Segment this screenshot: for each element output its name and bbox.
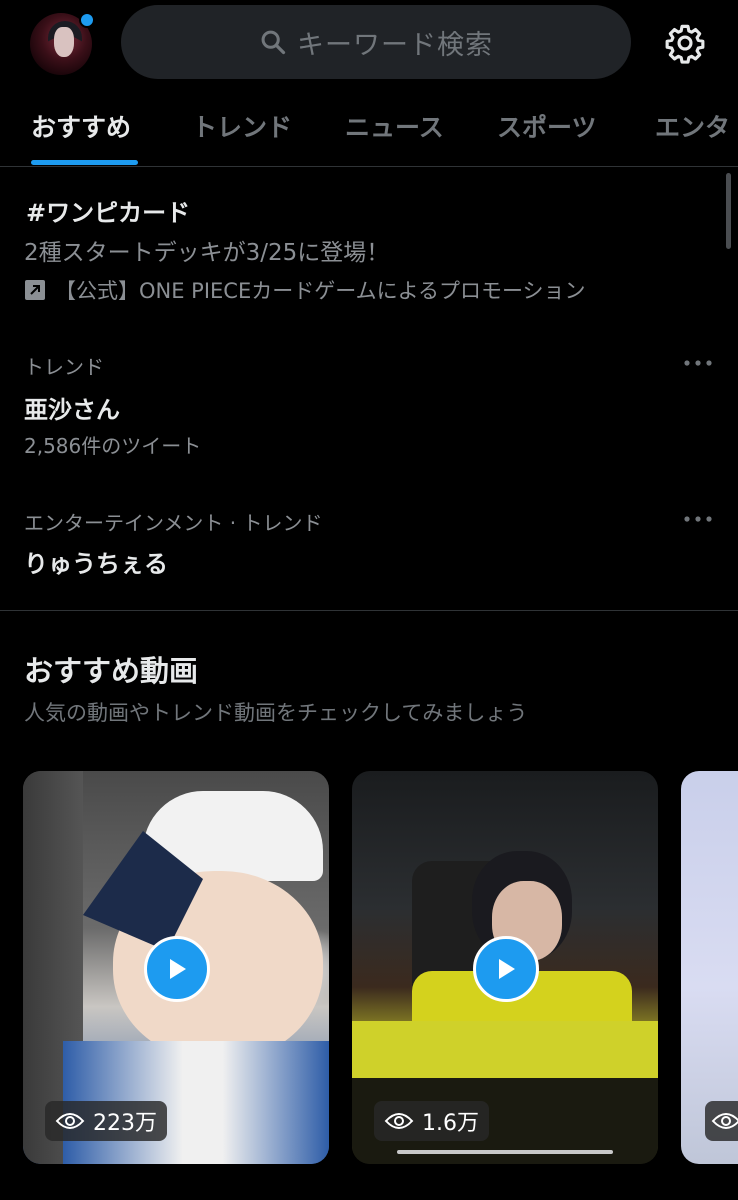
view-count-label: 223万 — [93, 1111, 157, 1136]
active-tab-indicator — [31, 160, 138, 165]
play-icon — [499, 959, 515, 979]
view-count-label: 1.6万 — [422, 1111, 479, 1136]
notification-dot — [79, 12, 95, 28]
promoted-by[interactable]: 【公式】ONE PIECEカードゲームによるプロモーション — [25, 275, 586, 305]
trend-title[interactable]: 亜沙さん — [24, 390, 120, 425]
section-divider — [0, 610, 738, 611]
view-count — [705, 1101, 738, 1141]
more-icon[interactable] — [683, 513, 713, 525]
trend-tweet-count: 2,586件のツイート — [24, 434, 202, 458]
videos-section-subtitle: 人気の動画やトレンド動画をチェックしてみましょう — [24, 701, 528, 725]
eye-icon — [55, 1113, 85, 1129]
thumbnail-desk-shape — [352, 1021, 658, 1164]
trend-category: トレンド — [24, 355, 104, 379]
view-count: 1.6万 — [374, 1101, 489, 1141]
promoted-by-label: 【公式】ONE PIECEカードゲームによるプロモーション — [55, 279, 586, 303]
view-count: 223万 — [45, 1101, 167, 1141]
tab-recommended[interactable]: おすすめ — [31, 108, 131, 144]
promoted-trend-title[interactable]: #ワンピカード — [26, 193, 190, 228]
avatar-face — [54, 27, 74, 57]
settings-gear-icon[interactable] — [664, 22, 706, 64]
video-card[interactable] — [681, 771, 738, 1164]
play-icon — [170, 959, 186, 979]
eye-icon — [384, 1113, 414, 1129]
videos-section-title: おすすめ動画 — [24, 654, 199, 688]
trend-title[interactable]: りゅうちぇる — [24, 544, 168, 579]
promoted-icon — [25, 280, 45, 300]
search-bar[interactable]: キーワード検索 — [121, 5, 631, 79]
tab-trends[interactable]: トレンド — [192, 108, 292, 144]
play-button[interactable] — [144, 936, 210, 1002]
play-button[interactable] — [473, 936, 539, 1002]
tabs-divider — [0, 166, 738, 167]
scrollbar[interactable] — [726, 173, 731, 249]
video-progress-bar — [397, 1150, 613, 1154]
video-card[interactable]: 1.6万 — [352, 771, 658, 1164]
tab-news[interactable]: ニュース — [345, 108, 444, 144]
tab-entertainment[interactable]: エンタ — [655, 108, 730, 144]
eye-icon — [711, 1113, 738, 1129]
promoted-trend-description: 2種スタートデッキが3/25に登場！ — [24, 240, 390, 266]
trend-category: エンターテインメント · トレンド — [24, 511, 323, 535]
tab-sports[interactable]: スポーツ — [497, 108, 597, 144]
more-icon[interactable] — [683, 357, 713, 369]
search-icon — [261, 30, 286, 55]
video-card[interactable]: 223万 — [23, 771, 329, 1164]
search-placeholder: キーワード検索 — [297, 29, 493, 61]
